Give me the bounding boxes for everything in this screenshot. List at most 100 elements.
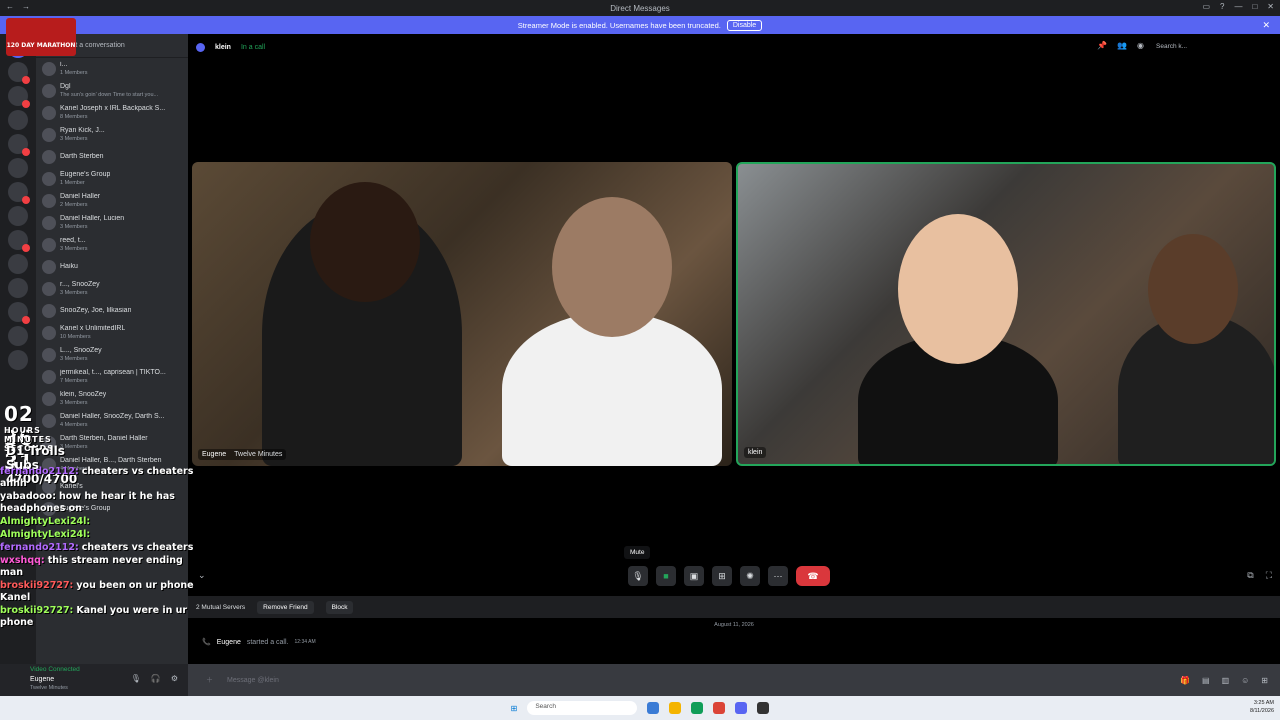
disable-streamer-button[interactable]: Disable (726, 19, 763, 31)
dm-subtitle: 7 Members (60, 378, 88, 384)
microphone-icon[interactable]: 🎙 (131, 674, 141, 683)
server-icon[interactable] (8, 134, 30, 156)
add-friends-icon[interactable]: 👥 (1117, 41, 1127, 50)
server-icon[interactable] (8, 158, 28, 178)
dm-item[interactable]: Daniel Haller, Lucien 3 Members (36, 212, 188, 234)
dm-name: Eugene's Group (60, 171, 111, 178)
server-icon[interactable] (8, 278, 28, 298)
message-placeholder: Message @klein (227, 676, 279, 684)
mutual-servers[interactable]: 2 Mutual Servers (196, 604, 245, 611)
maximize-button[interactable]: □ (1252, 2, 1257, 11)
server-icon[interactable] (8, 182, 30, 204)
emoji-icon[interactable]: ☺ (1241, 676, 1249, 685)
dm-text: L..., SnooZey 3 Members (60, 347, 102, 363)
gif-icon[interactable]: ▤ (1202, 676, 1210, 685)
phone-icon: 📞 (202, 639, 211, 646)
dm-item[interactable]: r..., SnooZey 3 Members (36, 278, 188, 300)
taskbar-app-icon[interactable] (691, 702, 704, 714)
dm-item[interactable]: klein, SnooZey 3 Members (36, 388, 188, 410)
taskbar-app-icon[interactable] (735, 702, 748, 714)
settings-gear-icon[interactable]: ⚙ (171, 674, 178, 683)
dm-item[interactable]: Kanel x UnlimitedIRL 10 Members (36, 322, 188, 344)
server-icon[interactable] (8, 326, 28, 346)
video-tile-klein[interactable]: klein (736, 162, 1276, 466)
end-call-button[interactable]: ☎ (796, 566, 830, 586)
dm-search-input[interactable]: Find or start a conversation (36, 34, 188, 58)
forward-icon[interactable]: → (22, 2, 30, 11)
video-tile-eugene[interactable]: Eugene Twelve Minutes (192, 162, 732, 466)
date-separator: August 11, 2026 (714, 622, 754, 628)
soundboard-button[interactable]: ✺ (740, 566, 760, 586)
dm-item[interactable]: Ryan Kick, J... 3 Members (36, 124, 188, 146)
message-author[interactable]: Eugene (217, 639, 241, 646)
block-button[interactable]: Block (325, 600, 354, 614)
close-banner-icon[interactable]: ✕ (1262, 20, 1270, 31)
dm-item[interactable]: Daniel Haller, SnooZey, Darth S... 4 Memb… (36, 410, 188, 432)
taskbar-app-icon[interactable] (713, 702, 726, 714)
dm-item[interactable]: reed, t... 3 Members (36, 234, 188, 256)
dm-item[interactable]: Kanel's (36, 476, 188, 498)
back-icon[interactable]: ← (6, 2, 14, 11)
search-input[interactable]: Search k... (1152, 40, 1272, 54)
dm-item[interactable]: Darth Sterben (36, 146, 188, 168)
activities-button[interactable]: ⊞ (712, 566, 732, 586)
dm-item[interactable]: SnooZey, Joe, lilkasian (36, 300, 188, 322)
dm-item[interactable]: Dgl The sun's goin' down Time to start yo… (36, 80, 188, 102)
server-icon[interactable] (8, 350, 28, 370)
participant-head (898, 214, 1018, 364)
server-icon[interactable] (8, 302, 30, 324)
server-icon[interactable] (8, 254, 28, 274)
dm-avatar (42, 502, 56, 516)
camera-button[interactable]: ■ (656, 566, 676, 586)
server-icon[interactable] (8, 110, 28, 130)
dm-item[interactable]: Darth Sterben, Daniel Haller 3 Members (36, 432, 188, 454)
more-options-button[interactable]: ⋯ (768, 566, 788, 586)
dm-item[interactable]: i... 1 Members (36, 58, 188, 80)
server-icon[interactable] (8, 62, 30, 84)
dm-item[interactable]: Eugene's Group 1 Member (36, 168, 188, 190)
pin-icon[interactable]: 📌 (1097, 41, 1107, 50)
taskbar-app-icon[interactable] (647, 702, 660, 714)
sticker-icon[interactable]: ▥ (1222, 676, 1230, 685)
gift-icon[interactable]: 🎁 (1180, 676, 1190, 685)
system-tray[interactable]: 3:25 AM 8/11/2026 (1250, 699, 1274, 715)
inbox-icon[interactable]: ▭ (1202, 2, 1210, 11)
minimize-button[interactable]: — (1234, 2, 1242, 11)
nav-arrows[interactable]: ← → (6, 2, 30, 11)
dm-text: Daniel Haller 2 Members (60, 193, 100, 209)
screen-share-button[interactable]: ▣ (684, 566, 704, 586)
help-icon[interactable]: ? (1220, 2, 1224, 11)
taskbar-search[interactable]: Search (527, 701, 638, 715)
dm-item[interactable]: Eugene's Group (36, 498, 188, 520)
call-user-avatar (196, 42, 205, 52)
dm-item[interactable]: Kanel Joseph x IRL Backpack S... 8 Member… (36, 102, 188, 124)
server-icon[interactable] (8, 230, 30, 252)
profile-icon[interactable]: ◉ (1137, 41, 1144, 50)
dm-text: Ryan Kick, J... 3 Members (60, 127, 105, 143)
fullscreen-icon[interactable]: ⛶ (1266, 570, 1272, 581)
dm-text: r..., SnooZey 3 Members (60, 281, 100, 297)
server-icon[interactable] (8, 86, 30, 108)
message-input[interactable]: ＋ Message @klein 🎁 ▤ ▥ ☺ ⊞ (188, 664, 1280, 696)
dm-item[interactable]: Daniel Haller, B..., Darth Sterben 4 Memb… (36, 454, 188, 476)
dm-item[interactable]: Daniel Haller 2 Members (36, 190, 188, 212)
remove-friend-button[interactable]: Remove Friend (257, 600, 314, 614)
close-button[interactable]: ✕ (1267, 2, 1274, 11)
taskbar-app-icon[interactable] (669, 702, 682, 714)
add-attachment-icon[interactable]: ＋ (206, 675, 213, 685)
home-icon[interactable] (8, 38, 28, 58)
server-icon[interactable] (8, 206, 28, 226)
apps-icon[interactable]: ⊞ (1261, 676, 1268, 685)
mute-button[interactable]: 🎙 (628, 566, 648, 586)
dm-item[interactable]: L..., SnooZey 3 Members (36, 344, 188, 366)
dm-avatar (42, 238, 56, 252)
call-user-name[interactable]: klein (215, 44, 231, 51)
dm-item[interactable]: jermikeal, t..., caprisean | TIKTO... 7 M… (36, 366, 188, 388)
popout-icon[interactable]: ⧉ (1247, 570, 1253, 581)
taskbar-app-icon[interactable] (757, 702, 770, 714)
message-text: started a call. (246, 638, 289, 646)
windows-start-icon[interactable]: ⊞ (511, 704, 518, 713)
dm-item[interactable]: Haiku (36, 256, 188, 278)
headphones-icon[interactable]: 🎧 (151, 674, 161, 683)
chevron-down-icon[interactable]: ⌄ (198, 570, 206, 581)
